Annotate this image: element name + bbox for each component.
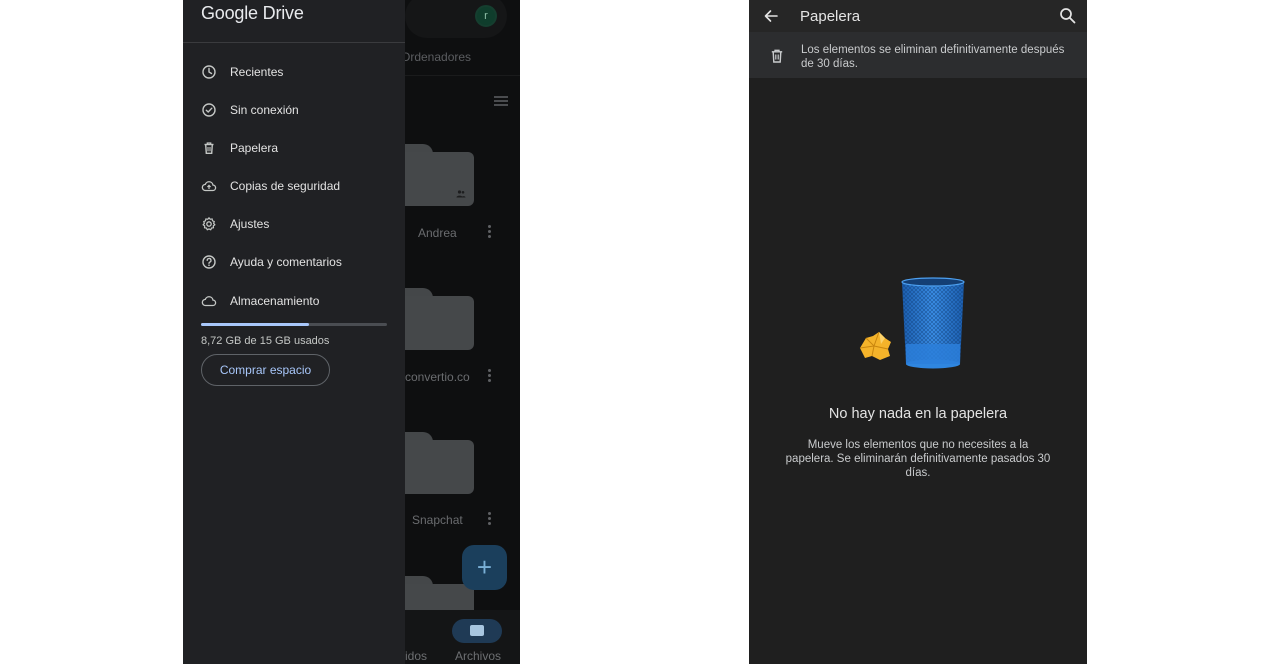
drawer-item-storage[interactable]: Almacenamiento bbox=[183, 284, 405, 318]
storage-usage-text: 8,72 GB de 15 GB usados bbox=[201, 335, 330, 347]
trash-icon bbox=[201, 140, 217, 156]
more-options-icon[interactable] bbox=[488, 369, 492, 383]
banner-text: Los elementos se eliminan definitivament… bbox=[801, 44, 1065, 70]
new-item-button[interactable]: + bbox=[462, 545, 507, 590]
folder-name: Snapchat bbox=[412, 513, 463, 527]
trash-icon bbox=[769, 48, 785, 64]
drawer-item-label: Papelera bbox=[230, 141, 279, 155]
drawer-item-label: Sin conexión bbox=[230, 103, 299, 117]
drawer-item-settings[interactable]: Ajustes bbox=[183, 207, 405, 241]
folder-tile[interactable] bbox=[393, 288, 474, 350]
storage-progress-fill bbox=[201, 323, 309, 326]
navigation-drawer: Google Drive Recientes Sin conexión Pape… bbox=[183, 0, 405, 664]
list-view-icon[interactable] bbox=[494, 96, 508, 106]
drawer-item-label: Almacenamiento bbox=[230, 294, 320, 308]
cloud-icon bbox=[201, 293, 217, 309]
offline-check-icon bbox=[201, 102, 217, 118]
right-phone-screen: Papelera Los elementos se eliminan defin… bbox=[749, 0, 1087, 664]
empty-state-title: No hay nada en la papelera bbox=[828, 406, 1008, 422]
cloud-upload-icon bbox=[201, 178, 217, 194]
clock-icon bbox=[201, 64, 217, 80]
bottom-nav-files-label[interactable]: Archivos bbox=[455, 649, 501, 663]
folder-tile[interactable] bbox=[393, 144, 474, 206]
screenshot-stage: r Ordenadores Andrea convertio.co Snapch… bbox=[0, 0, 1268, 664]
more-options-icon[interactable] bbox=[488, 225, 492, 239]
shared-people-icon bbox=[456, 190, 466, 200]
folder-name: convertio.co bbox=[405, 370, 470, 384]
back-arrow-icon[interactable] bbox=[763, 8, 779, 24]
bottom-nav-label[interactable]: idos bbox=[405, 649, 427, 663]
drawer-item-label: Copias de seguridad bbox=[230, 179, 341, 193]
drawer-divider bbox=[183, 42, 405, 43]
left-phone-screen: r Ordenadores Andrea convertio.co Snapch… bbox=[183, 0, 520, 664]
empty-state-description: Mueve los elementos que no necesites a l… bbox=[785, 439, 1051, 479]
folder-icon bbox=[470, 625, 484, 636]
drawer-item-label: Ayuda y comentarios bbox=[230, 255, 342, 269]
drawer-item-offline[interactable]: Sin conexión bbox=[183, 93, 405, 127]
help-icon bbox=[201, 254, 217, 270]
top-app-bar: Papelera bbox=[749, 0, 1087, 32]
gear-icon bbox=[201, 216, 217, 232]
avatar[interactable]: r bbox=[475, 5, 497, 27]
drawer-item-label: Ajustes bbox=[230, 217, 270, 231]
folder-name: Andrea bbox=[418, 226, 457, 240]
folder-tile[interactable] bbox=[393, 432, 474, 494]
trash-info-banner: Los elementos se eliminan definitivament… bbox=[749, 32, 1087, 78]
drawer-item-label: Recientes bbox=[230, 65, 284, 79]
buy-storage-button[interactable]: Comprar espacio bbox=[201, 354, 330, 386]
drawer-item-recents[interactable]: Recientes bbox=[183, 55, 405, 89]
drawer-item-trash[interactable]: Papelera bbox=[183, 131, 405, 165]
storage-progress-bar bbox=[201, 323, 387, 326]
more-options-icon[interactable] bbox=[488, 512, 492, 526]
tab-computers[interactable]: Ordenadores bbox=[401, 50, 471, 64]
drawer-item-backups[interactable]: Copias de seguridad bbox=[183, 169, 405, 203]
empty-trash-illustration bbox=[854, 276, 974, 374]
page-title: Papelera bbox=[800, 8, 861, 25]
app-logo: Google Drive bbox=[201, 3, 304, 23]
drawer-item-help[interactable]: Ayuda y comentarios bbox=[183, 245, 405, 279]
search-icon[interactable] bbox=[1059, 7, 1076, 24]
